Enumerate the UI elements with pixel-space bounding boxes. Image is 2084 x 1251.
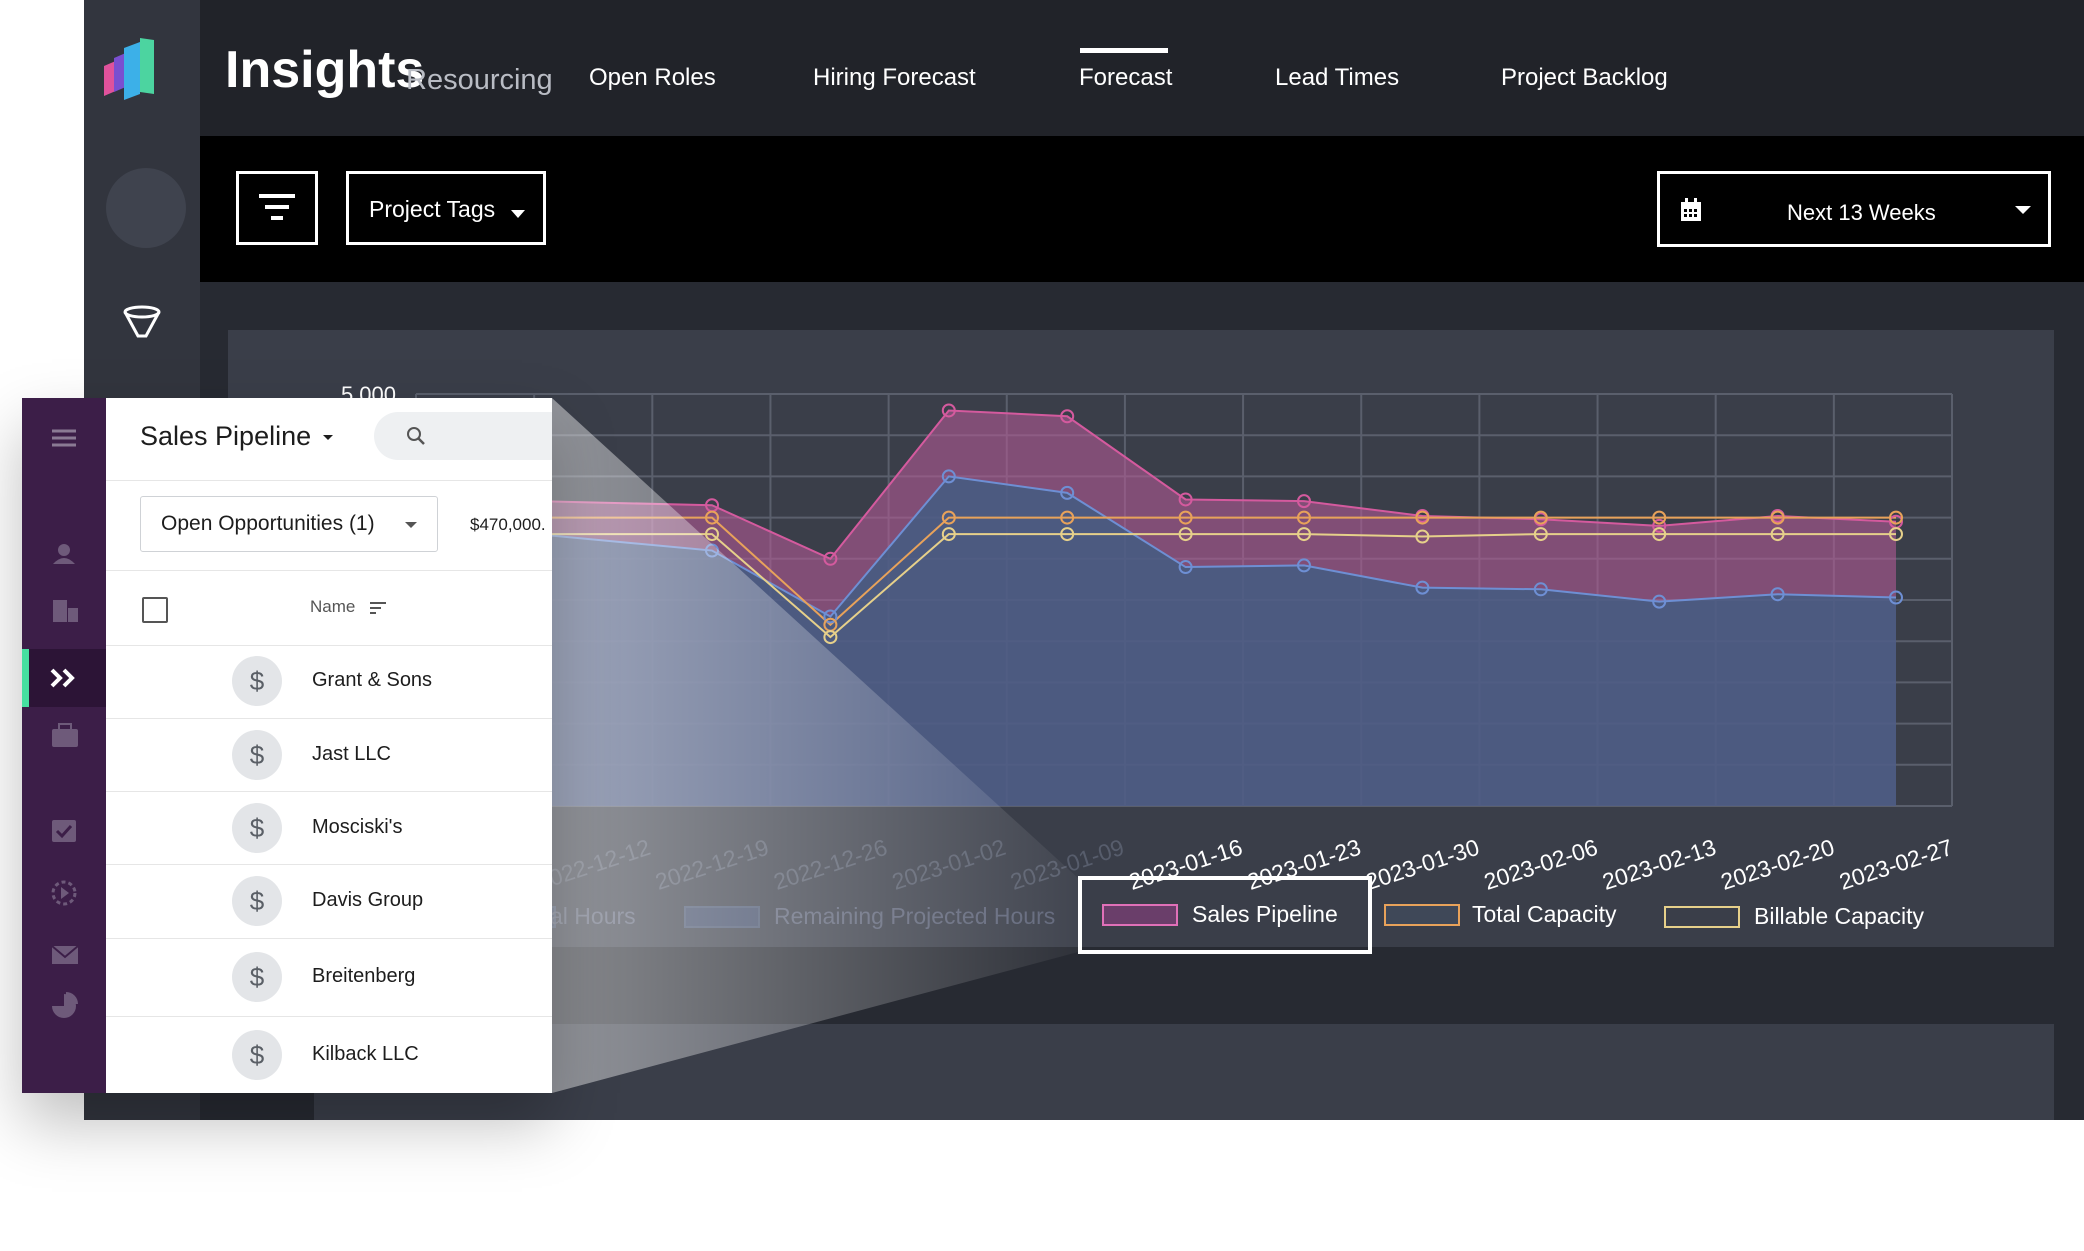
opportunities-filter-dropdown[interactable]: Open Opportunities (1) <box>140 496 438 552</box>
row-name: Kilback LLC <box>312 1042 419 1065</box>
pipeline-amount: $470,000. <box>470 515 546 534</box>
sales-pipeline-panel: Sales Pipeline Open Opportunities (1) $4… <box>22 398 552 1093</box>
table-row[interactable]: $ Grant & Sons <box>106 644 552 719</box>
pipeline-title[interactable]: Sales Pipeline <box>140 421 333 452</box>
legend-remaining-projected-hours[interactable]: Remaining Projected Hours <box>774 903 1055 930</box>
table-row[interactable]: $ Davis Group <box>106 864 552 939</box>
name-column-header[interactable]: Name <box>310 597 388 617</box>
legend-sales-pipeline[interactable]: Sales Pipeline <box>1192 901 1338 928</box>
legend-swatch-total-capacity <box>1384 904 1460 926</box>
briefcase-icon[interactable] <box>52 723 78 747</box>
row-name: Mosciski's <box>312 815 403 838</box>
x-tick-label: 2023-02-27 <box>1836 834 1956 895</box>
legend-swatch-remaining-projected <box>684 906 760 928</box>
search-input[interactable] <box>374 412 552 460</box>
checkbox-icon[interactable] <box>52 820 76 842</box>
dollar-icon: $ <box>232 952 282 1002</box>
caret-down-icon <box>322 434 333 440</box>
x-tick-label: 2022-12-19 <box>652 834 772 895</box>
table-row[interactable]: $ Mosciski's <box>106 791 552 865</box>
name-column-label: Name <box>310 597 356 616</box>
table-row[interactable]: $ Jast LLC <box>106 718 552 792</box>
dollar-icon: $ <box>232 876 282 926</box>
legend-total-hours[interactable]: al Hours <box>550 903 636 930</box>
double-chevron-icon[interactable] <box>50 668 75 688</box>
legend-swatch-billable-capacity <box>1664 906 1740 928</box>
overlay-header: Sales Pipeline <box>106 398 552 481</box>
clock-play-icon[interactable] <box>51 880 77 906</box>
caret-down-icon <box>405 522 417 528</box>
legend-billable-capacity[interactable]: Billable Capacity <box>1754 903 1924 930</box>
building-icon[interactable] <box>53 600 78 622</box>
sort-icon <box>370 601 387 614</box>
overlay-side-rail <box>22 398 106 1093</box>
x-tick-label: 2023-01-02 <box>889 834 1009 895</box>
x-tick-label: 2022-12-26 <box>770 834 890 895</box>
table-header: Name <box>106 570 552 646</box>
person-icon[interactable] <box>53 544 75 564</box>
pie-chart-icon[interactable] <box>52 992 78 1018</box>
opportunities-filter-label: Open Opportunities (1) <box>161 512 375 535</box>
pipeline-title-label: Sales Pipeline <box>140 421 312 451</box>
x-tick-label: 2023-02-20 <box>1718 834 1838 895</box>
dollar-icon: $ <box>232 656 282 706</box>
x-tick-label: 2023-02-06 <box>1481 834 1601 895</box>
dollar-icon: $ <box>232 802 282 853</box>
x-tick-label: 2023-01-30 <box>1362 834 1482 895</box>
row-name: Davis Group <box>312 889 424 911</box>
select-all-checkbox[interactable] <box>142 597 168 623</box>
legend-swatch-sales-pipeline <box>1102 904 1178 926</box>
overlay-main: Sales Pipeline Open Opportunities (1) $4… <box>106 398 552 1093</box>
legend-total-capacity[interactable]: Total Capacity <box>1472 901 1616 928</box>
table-row[interactable]: $ Breitenberg <box>106 938 552 1017</box>
row-name: Grant & Sons <box>312 669 433 691</box>
row-name: Breitenberg <box>312 965 416 987</box>
menu-icon[interactable] <box>52 429 76 447</box>
dollar-icon: $ <box>232 1029 282 1080</box>
dollar-icon: $ <box>232 729 282 780</box>
search-icon <box>407 427 425 445</box>
table-row[interactable]: $ Kilback LLC <box>106 1016 552 1093</box>
mail-icon[interactable] <box>51 945 79 964</box>
row-name: Jast LLC <box>312 742 391 765</box>
x-tick-label: 2023-02-13 <box>1599 834 1719 895</box>
